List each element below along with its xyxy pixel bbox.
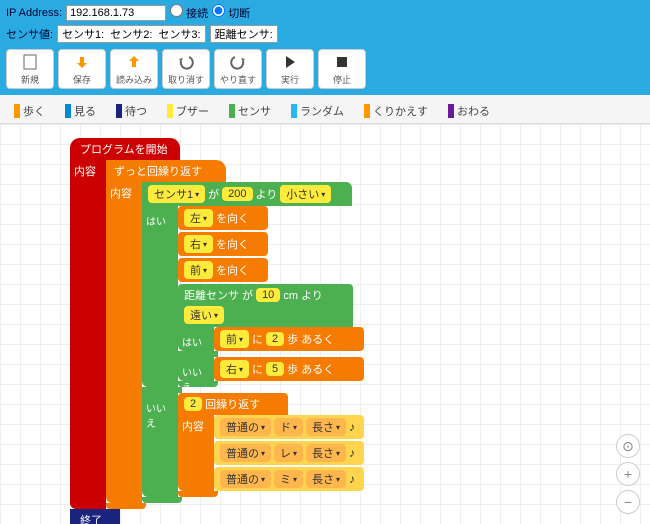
stop-button[interactable]: 停止: [318, 49, 366, 89]
zoom-in-button[interactable]: +: [616, 462, 640, 486]
program-blocks[interactable]: プログラムを開始 内容 ずっと回繰り返す 内容 センサ1 が 200 より 小さ…: [70, 138, 364, 524]
compare-dropdown[interactable]: 小さい: [280, 185, 331, 203]
save-button[interactable]: 保存: [58, 49, 106, 89]
run-button[interactable]: 実行: [266, 49, 314, 89]
load-icon: [125, 53, 143, 71]
toolbar: 新規 保存 読み込み 取り消す やり直す 実行 停止: [6, 47, 644, 91]
note-do-block[interactable]: 普通の ド 長さ ♪: [214, 415, 364, 439]
if-else-left: いいえ: [142, 393, 178, 497]
redo-icon: [229, 53, 247, 71]
zoom-controls: ⊙ + −: [616, 434, 640, 514]
palette-random[interactable]: ランダム: [281, 99, 354, 123]
value-field[interactable]: 200: [222, 187, 252, 201]
sensor-label: センサ値:: [6, 26, 53, 42]
ip-label: IP Address:: [6, 7, 62, 19]
music-note-icon: ♪: [349, 472, 355, 486]
if-true-left: はい: [142, 206, 178, 387]
sensor-dropdown[interactable]: センサ1: [148, 185, 205, 203]
distance-if-block[interactable]: 距離センサ が 10 cm より 遠い: [178, 284, 353, 327]
turn-right-block[interactable]: 右を向く: [178, 232, 268, 256]
palette-buzzer[interactable]: ブザー: [157, 99, 219, 123]
connect-radio[interactable]: 接続: [170, 4, 208, 21]
note-mi-block[interactable]: 普通の ミ 長さ ♪: [214, 467, 364, 491]
loop-left: 内容: [106, 182, 142, 503]
file-icon: [21, 53, 39, 71]
walk-front-block[interactable]: 前 に 2 歩 あるく: [214, 327, 364, 351]
palette-sensor[interactable]: センサ: [219, 99, 281, 123]
palette-end[interactable]: おわる: [438, 99, 500, 123]
start-block[interactable]: プログラムを開始: [70, 138, 180, 160]
repeat-n-block[interactable]: 2 回繰り返す: [178, 393, 288, 415]
sensor-values: センサ1: センサ2: センサ3:: [57, 25, 206, 43]
sensor3-label: センサ3:: [158, 26, 200, 42]
save-icon: [73, 53, 91, 71]
turn-left-block[interactable]: 左を向く: [178, 206, 268, 230]
ip-input[interactable]: [66, 5, 166, 21]
palette-repeat[interactable]: くりかえす: [354, 99, 438, 123]
disconnect-radio[interactable]: 切断: [212, 4, 250, 21]
music-note-icon: ♪: [349, 446, 355, 460]
block-palette: 歩く 見る 待つ ブザー センサ ランダム くりかえす おわる: [0, 95, 650, 124]
music-note-icon: ♪: [349, 420, 355, 434]
main-left: 内容: [70, 160, 106, 509]
undo-icon: [177, 53, 195, 71]
palette-walk[interactable]: 歩く: [4, 99, 55, 123]
end-block[interactable]: 終了: [70, 509, 120, 524]
distance-label: 距離センサ:: [215, 26, 273, 42]
palette-see[interactable]: 見る: [55, 99, 106, 123]
play-icon: [281, 53, 299, 71]
stop-icon: [333, 53, 351, 71]
main-c-block[interactable]: 内容 ずっと回繰り返す 内容 センサ1 が 200 より 小さい: [70, 160, 364, 509]
sensor1-label: センサ1:: [62, 26, 104, 42]
redo-button[interactable]: やり直す: [214, 49, 262, 89]
workspace[interactable]: プログラムを開始 内容 ずっと回繰り返す 内容 センサ1 が 200 より 小さ…: [0, 124, 650, 524]
undo-button[interactable]: 取り消す: [162, 49, 210, 89]
loop-forever-block[interactable]: ずっと回繰り返す: [106, 160, 226, 182]
if-condition-block[interactable]: センサ1 が 200 より 小さい: [142, 182, 352, 206]
walk-right-block[interactable]: 右 に 5 歩 あるく: [214, 357, 364, 381]
load-button[interactable]: 読み込み: [110, 49, 158, 89]
zoom-out-button[interactable]: −: [616, 490, 640, 514]
note-re-block[interactable]: 普通の レ 長さ ♪: [214, 441, 364, 465]
new-button[interactable]: 新規: [6, 49, 54, 89]
distance-sensor: 距離センサ:: [210, 25, 278, 43]
top-bar: IP Address: 接続 切断 センサ値: センサ1: センサ2: センサ3…: [0, 0, 650, 95]
turn-front-block[interactable]: 前を向く: [178, 258, 268, 282]
zoom-reset-button[interactable]: ⊙: [616, 434, 640, 458]
sensor2-label: センサ2:: [110, 26, 152, 42]
palette-wait[interactable]: 待つ: [106, 99, 157, 123]
